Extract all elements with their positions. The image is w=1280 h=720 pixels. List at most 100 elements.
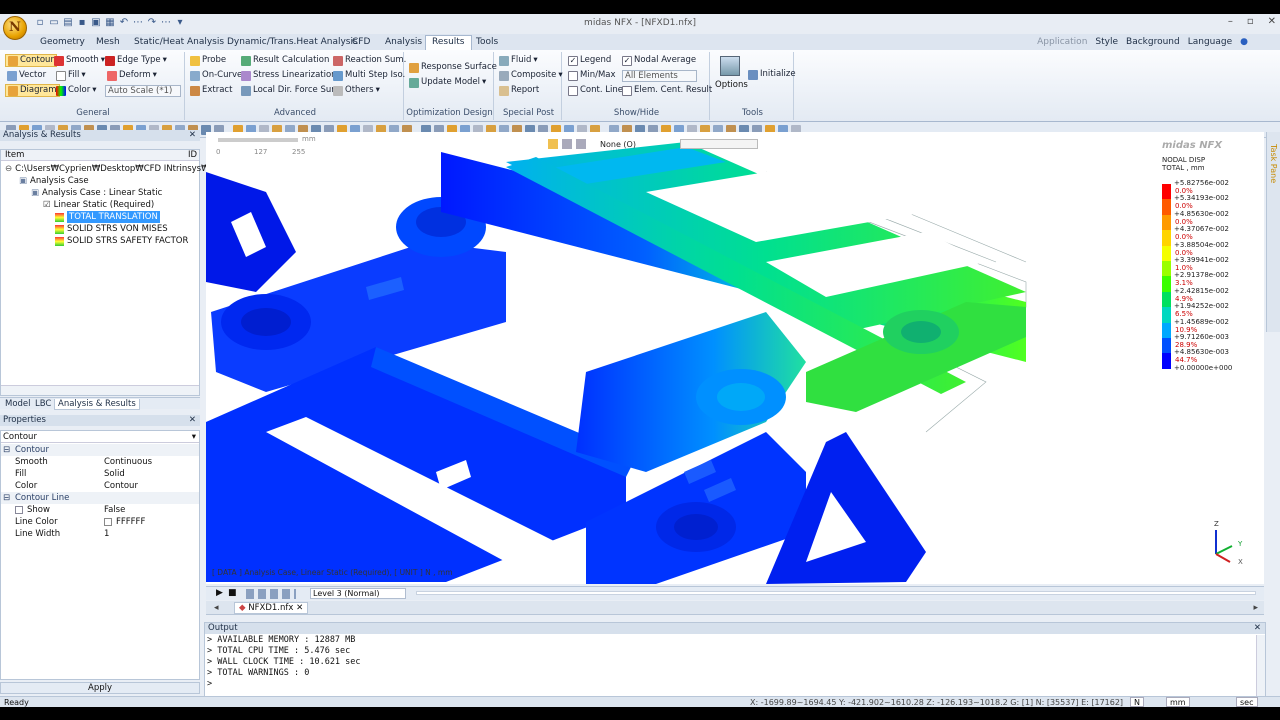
horizontal-scrollbar[interactable] (1, 385, 199, 395)
animation-slider[interactable] (416, 591, 1256, 595)
response-surface-button[interactable]: Response Surface (409, 61, 497, 74)
tree-item-analysis-case[interactable]: ▣ Analysis Case (19, 175, 89, 187)
composite-button[interactable]: Composite ▾ (499, 69, 563, 82)
vertical-scrollbar[interactable] (1256, 635, 1265, 697)
apply-button[interactable]: Apply (0, 682, 200, 694)
property-group-contour[interactable]: ⊟ Contour (1, 444, 199, 456)
update-model-button[interactable]: Update Model ▾ (409, 76, 486, 89)
property-line-width[interactable]: Line Width 1 (1, 528, 199, 540)
elem-cent-result-checkbox[interactable]: Elem. Cent. Result (622, 84, 712, 97)
tree-item-linear-static-case[interactable]: ▣ Analysis Case : Linear Static (31, 187, 162, 199)
nodal-average-checkbox[interactable]: ✓ Nodal Average (622, 54, 696, 67)
contour-button[interactable]: Contour (5, 54, 57, 67)
stress-linearization-button[interactable]: Stress Linearization (241, 69, 337, 82)
checkbox-unchecked-icon (15, 506, 23, 514)
tree-item-solid-strs-safety-factor[interactable]: SOLID STRS SAFETY FACTOR (55, 235, 188, 247)
close-icon[interactable]: ✕ (1268, 16, 1276, 27)
secondary-select[interactable] (679, 139, 758, 149)
result-calculation-button[interactable]: Result Calculation (241, 54, 329, 67)
tab-analysis[interactable]: Analysis (379, 36, 428, 48)
fill-button[interactable]: Fill ▾ (56, 69, 86, 82)
probe-label: Probe (202, 55, 227, 65)
property-fill[interactable]: Fill Solid (1, 468, 199, 480)
properties-selector[interactable]: Contour ▾ (1, 431, 199, 443)
vector-button[interactable]: Vector (7, 69, 46, 82)
record-icons[interactable] (246, 589, 296, 599)
close-icon[interactable]: ✕ (189, 130, 196, 141)
property-line-color[interactable]: Line Color FFFFFF (1, 516, 199, 528)
options-button[interactable]: Options (715, 80, 748, 90)
edge-type-button[interactable]: Edge Type ▾ (105, 54, 167, 67)
extract-button[interactable]: Extract (190, 84, 232, 97)
background-menu[interactable]: Background (1126, 37, 1180, 47)
close-icon[interactable]: ✕ (189, 415, 196, 426)
fluid-button[interactable]: Fluid ▾ (499, 54, 538, 67)
elements-combo[interactable]: All Elements (622, 70, 697, 82)
property-group-contour-line[interactable]: ⊟ Contour Line (1, 492, 199, 504)
model-viewport[interactable]: mm 0 127 255 None (O) midas NFX NODAL DI… (206, 132, 1264, 584)
tab-left-arrow[interactable]: ◂ (214, 603, 219, 613)
view-select[interactable]: None (O) (600, 140, 636, 149)
time-unit-select[interactable]: sec (1236, 697, 1258, 707)
tab-analysis-results[interactable]: Analysis & Results (54, 399, 140, 410)
filter-icon[interactable] (576, 139, 586, 149)
initialize-button[interactable]: Initialize (748, 68, 796, 81)
tree-item-project[interactable]: ⊖ C:\Users₩Cyprien₩Desktop₩CFD INtrinsys₩… (5, 163, 218, 175)
min-max-checkbox[interactable]: Min/Max (568, 69, 616, 82)
tab-mesh[interactable]: Mesh (90, 36, 126, 48)
options-icon[interactable] (720, 56, 740, 76)
tab-cfd[interactable]: CFD (346, 36, 376, 48)
property-show[interactable]: Show False (1, 504, 199, 516)
tab-dynamic-trans-heat-analysis[interactable]: Dynamic/Trans.Heat Analysis (221, 36, 364, 48)
application-menu-button[interactable]: N (3, 16, 27, 40)
status-text: Ready (4, 698, 29, 707)
tree-item-linear-static-required[interactable]: ☑ Linear Static (Required) (43, 199, 154, 211)
cont-line-checkbox[interactable]: Cont. Line (568, 84, 623, 97)
length-unit-select[interactable]: mm (1166, 697, 1190, 707)
tree-item-solid-strs-von-mises[interactable]: SOLID STRS VON MISES (55, 223, 168, 235)
pick-icon[interactable] (562, 139, 572, 149)
tab-right-arrow[interactable]: ▸ (1253, 603, 1258, 613)
diagram-button[interactable]: Diagram (5, 84, 60, 97)
others-button[interactable]: Others ▾ (333, 84, 380, 97)
language-menu[interactable]: Language (1188, 37, 1232, 47)
multi-step-iso-button[interactable]: Multi Step Iso. (333, 69, 405, 82)
legend-percent: 0.0% (1175, 202, 1193, 211)
local-dir-force-sum-button[interactable]: Local Dir. Force Sum (241, 84, 340, 97)
reaction-sum-button[interactable]: Reaction Sum. (333, 54, 406, 67)
group-show-hide: ✓ Legend ✓ Nodal Average Min/Max All Eleme… (564, 52, 712, 120)
on-curve-button[interactable]: On-Curve (190, 69, 242, 82)
close-icon[interactable]: ✕ (296, 603, 303, 613)
tab-lbc[interactable]: LBC (32, 399, 54, 409)
tab-geometry[interactable]: Geometry (34, 36, 91, 48)
probe-button[interactable]: Probe (190, 54, 226, 67)
display-mode-icon[interactable] (548, 139, 558, 149)
checkbox-checked-icon: ✓ (568, 55, 578, 66)
smooth-button[interactable]: Smooth ▾ (54, 54, 105, 67)
tab-tools[interactable]: Tools (470, 36, 504, 48)
stop-icon[interactable]: ■ (228, 588, 237, 598)
level-select[interactable]: Level 3 (Normal) (310, 588, 406, 599)
force-unit-select[interactable]: N (1130, 697, 1144, 707)
play-icon[interactable]: ▶ (216, 588, 223, 598)
task-pane-tab[interactable]: Task Pane (1266, 132, 1280, 332)
close-icon[interactable]: ✕ (1254, 623, 1261, 634)
auto-scale-combo[interactable]: Auto Scale (*1) (105, 85, 181, 97)
property-color[interactable]: Color Contour (1, 480, 199, 492)
tab-model[interactable]: Model (2, 399, 34, 409)
report-button[interactable]: Report (499, 84, 539, 97)
help-icon[interactable]: ● (1240, 37, 1248, 47)
tab-results[interactable]: Results (425, 35, 472, 50)
legend-checkbox[interactable]: ✓ Legend (568, 54, 611, 67)
minimize-icon[interactable]: – (1228, 16, 1233, 27)
tab-static-heat-analysis[interactable]: Static/Heat Analysis (128, 36, 230, 48)
deform-button[interactable]: Deform ▾ (107, 69, 157, 82)
color-button[interactable]: Color ▾ (56, 84, 96, 97)
property-smooth[interactable]: Smooth Continuous (1, 456, 199, 468)
restore-icon[interactable]: ▫ (1247, 16, 1254, 27)
application-menu[interactable]: Application (1037, 37, 1087, 47)
style-menu[interactable]: Style (1095, 37, 1118, 47)
file-tab[interactable]: ◆ NFXD1.nfx ✕ (234, 602, 309, 614)
legend-color-band (1162, 214, 1171, 231)
tree-item-total-translation[interactable]: TOTAL TRANSLATION (55, 211, 160, 223)
